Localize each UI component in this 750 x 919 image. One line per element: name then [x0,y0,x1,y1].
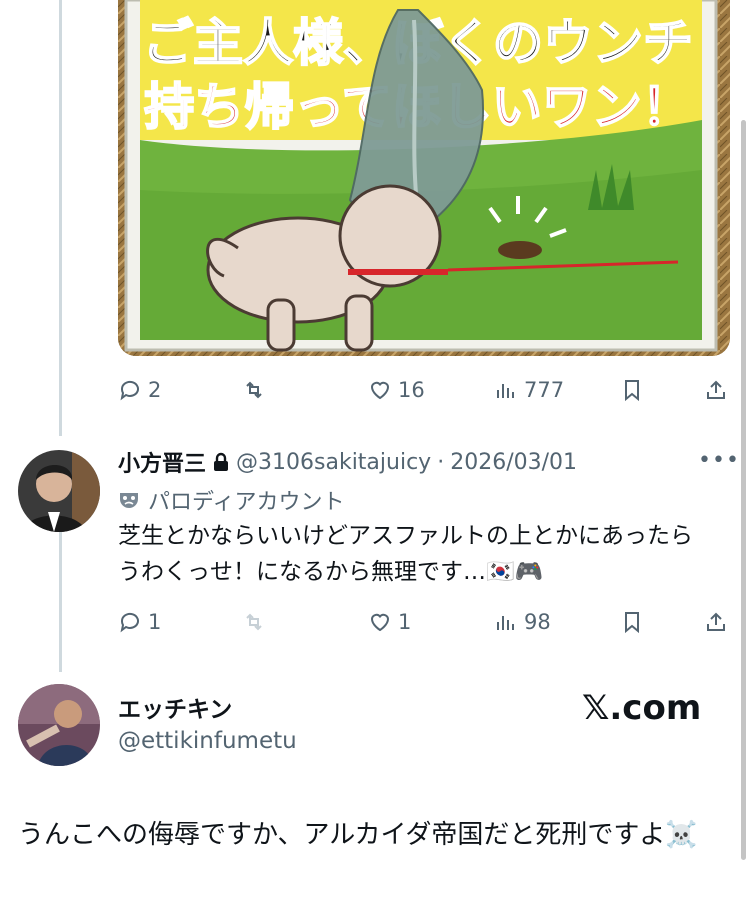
like-button[interactable]: 16 [368,378,425,402]
heart-icon [370,381,390,400]
reply-reply-count: 1 [148,610,162,634]
views-bar-icon [497,616,514,630]
reply-header: 小方晋三 @3106sakitajuicy · 2026/03/01 [118,446,577,478]
quoted-avatar[interactable] [18,684,100,766]
thread-line-middle [59,532,62,672]
repost-button[interactable] [242,378,272,402]
views-button[interactable]: 777 [494,378,564,402]
lock-icon [214,452,229,471]
reply-share-button[interactable] [704,610,728,634]
bookmark-button[interactable] [620,378,644,402]
reply-bubble-icon [120,380,139,401]
reply-reply-button[interactable]: 1 [118,610,161,634]
thread-line-top [59,0,62,436]
bookmark-icon [625,380,639,402]
reply-button[interactable]: 2 [118,378,161,402]
heart-icon [370,613,390,632]
reply-repost-button[interactable] [242,610,272,634]
repost-icon [246,381,262,399]
bookmark-icon [625,612,639,634]
mask-icon [120,493,138,508]
more-dots-icon[interactable]: ••• [698,448,740,473]
share-icon [707,612,725,631]
parody-badge: パロディアカウント [118,484,344,516]
reply-views-count: 98 [524,610,551,634]
quoted-display-name[interactable]: エッチキン [118,690,232,724]
x-com-label: 𝕏.com [582,688,702,728]
reply-bubble-icon [120,612,139,633]
quoted-handle[interactable]: @ettikinfumetu [118,728,297,754]
share-icon [707,380,725,399]
views-bar-icon [497,384,514,398]
post-action-bar: 2 16 777 [118,370,736,410]
parody-label: パロディアカウント [148,490,345,515]
reply-date[interactable]: 2026/03/01 [450,450,577,475]
reply-avatar[interactable] [18,450,100,532]
reply-count: 2 [148,378,162,402]
post-image[interactable]: ご主人様、ぼくのウンチ 持ち帰ってほしいワン！ [118,0,730,356]
quoted-text: うんこへの侮辱ですか、アルカイダ帝国だと死刑ですよ☠️ [18,820,698,850]
reply-display-name[interactable]: 小方晋三 [118,446,206,478]
reply-text: 芝生とかならいいけどアスファルトの上とかにあったらうわくっせ！になるから無理です… [118,523,693,585]
reply-like-count: 1 [398,610,412,634]
reply-like-button[interactable]: 1 [368,610,411,634]
repost-icon [246,613,262,631]
reply-views-button[interactable]: 98 [494,610,551,634]
views-count: 777 [524,378,565,402]
reply-handle[interactable]: @3106sakitajuicy [236,450,431,475]
reply-bookmark-button[interactable] [620,610,644,634]
share-button[interactable] [704,378,728,402]
scrollbar[interactable] [741,120,746,860]
like-count: 16 [398,378,425,402]
reply-separator: · [437,449,445,475]
reply-action-bar: 1 1 98 [118,602,736,642]
